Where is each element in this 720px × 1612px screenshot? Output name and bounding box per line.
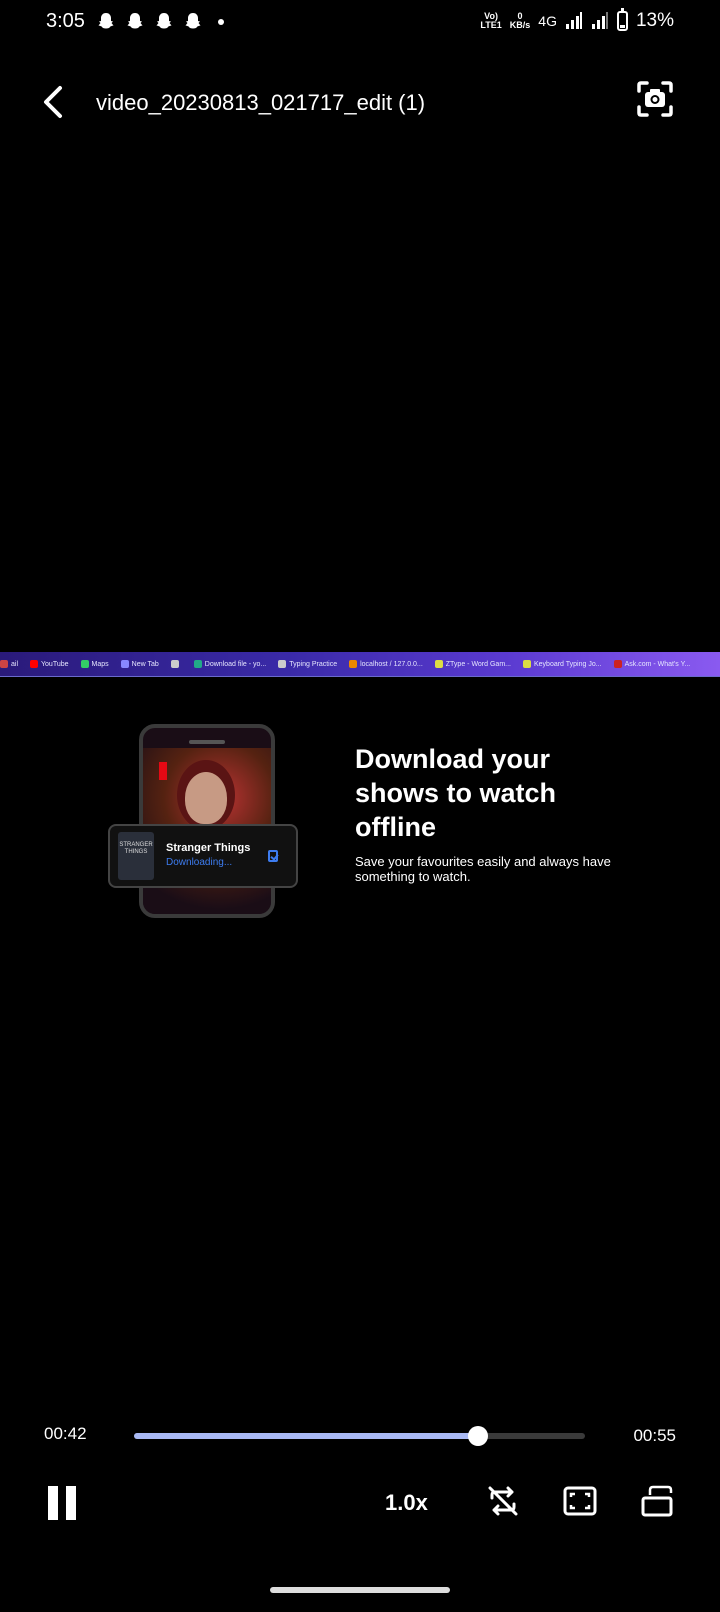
phone-mockup xyxy=(139,724,275,918)
bookmark-item: Maps xyxy=(80,660,109,668)
snapchat-icon xyxy=(156,13,172,29)
aspect-ratio-button[interactable] xyxy=(562,1484,598,1518)
bookmark-label: Download file - yo... xyxy=(204,660,267,668)
repeat-off-button[interactable] xyxy=(486,1484,520,1518)
signal-icon xyxy=(565,12,582,29)
playback-controls: 1.0x xyxy=(0,1484,720,1530)
status-time: 3:05 xyxy=(46,10,85,32)
network-type: 4G xyxy=(538,13,557,29)
battery-percent: 13% xyxy=(635,10,674,31)
bookmark-label: Ask.com - What's Y... xyxy=(624,660,691,668)
video-title: video_20230813_021717_edit (1) xyxy=(96,90,426,115)
bookmark-label: New Tab xyxy=(131,660,159,668)
bookmark-label: YouTube xyxy=(41,660,69,668)
promo-headline: Download your shows to watch offline xyxy=(355,744,557,842)
notification-icons xyxy=(96,12,224,32)
bookmark-item: localhost / 127.0.0... xyxy=(349,660,423,668)
bookmark-item: YouTube xyxy=(30,660,69,668)
bookmark-item: ZType - Word Gam... xyxy=(434,660,511,668)
bookmark-favicon-icon xyxy=(522,660,531,668)
bookmark-favicon-icon xyxy=(170,660,179,668)
promo-subtext: Save your favourites easily and always h… xyxy=(355,854,611,884)
bookmark-item: New Tab xyxy=(120,660,159,668)
back-arrow-icon[interactable] xyxy=(38,84,70,120)
bookmark-favicon-icon xyxy=(278,660,287,668)
browser-bookmarks-bar: ail YouTube Maps New Tab Download file - yo.… xyxy=(0,652,720,677)
snapchat-icon xyxy=(185,13,201,29)
download-card: STRANGER THINGS Stranger Things Download… xyxy=(108,824,298,888)
total-time: 00:55 xyxy=(633,1426,676,1445)
battery-icon xyxy=(616,8,628,31)
download-status: Downloading... xyxy=(166,857,233,868)
signal-icon xyxy=(591,12,608,29)
bookmark-favicon-icon xyxy=(434,660,443,668)
video-frame[interactable]: ail YouTube Maps New Tab Download file - yo.… xyxy=(0,652,720,918)
bookmark-label: localhost / 127.0.0... xyxy=(360,660,423,668)
bookmark-favicon-icon xyxy=(120,660,129,668)
bookmark-item: Typing Practice xyxy=(278,660,337,668)
rotate-icon xyxy=(641,1485,673,1517)
fit-screen-icon xyxy=(563,1486,597,1516)
volte-indicator: Vo) LTE1 xyxy=(480,11,502,30)
bookmark-favicon-icon xyxy=(349,660,358,668)
show-title: Stranger Things xyxy=(166,842,251,854)
bookmark-item: ail xyxy=(0,660,18,668)
bookmark-label: ZType - Word Gam... xyxy=(445,660,511,668)
bookmark-item xyxy=(170,660,182,668)
rotate-screen-button[interactable] xyxy=(640,1484,676,1518)
seek-progress xyxy=(134,1433,479,1439)
pause-button[interactable] xyxy=(46,1484,80,1522)
phone-notch xyxy=(189,740,225,744)
bookmark-label: Keyboard Typing Jo... xyxy=(533,660,602,668)
bookmark-item: Download file - yo... xyxy=(193,660,267,668)
bookmark-favicon-icon xyxy=(0,660,8,668)
bookmark-favicon-icon xyxy=(30,660,39,668)
bookmark-label: ail xyxy=(11,660,19,668)
more-notifications-dot xyxy=(218,19,224,25)
screenshot-icon[interactable] xyxy=(636,80,674,118)
bookmark-favicon-icon xyxy=(80,660,89,668)
poster-face xyxy=(185,772,227,824)
bookmark-item: Keyboard Typing Jo... xyxy=(522,660,602,668)
home-indicator[interactable] xyxy=(270,1587,450,1593)
seek-thumb[interactable] xyxy=(468,1426,489,1446)
seek-bar[interactable] xyxy=(134,1426,585,1446)
show-thumbnail: STRANGER THINGS xyxy=(118,832,154,880)
pause-icon xyxy=(66,1486,76,1520)
bookmark-label: Typing Practice xyxy=(289,660,338,668)
pause-icon xyxy=(48,1486,58,1520)
snapchat-icon xyxy=(127,13,143,29)
current-time: 00:42 xyxy=(44,1424,87,1443)
download-check-icon xyxy=(268,850,278,862)
status-bar: 3:05 Vo) LTE1 0 KB/s 4G 13% xyxy=(0,0,720,48)
player-header: video_20230813_021717_edit (1) xyxy=(0,76,720,136)
status-right: Vo) LTE1 0 KB/s 4G 13% xyxy=(480,8,674,32)
snapchat-icon xyxy=(98,13,114,29)
playback-speed-button[interactable]: 1.0x xyxy=(385,1490,428,1516)
bookmark-favicon-icon xyxy=(193,660,202,668)
bookmark-favicon-icon xyxy=(613,660,622,668)
network-speed: 0 KB/s xyxy=(509,11,531,30)
bookmark-label: Maps xyxy=(91,660,109,668)
repeat-off-icon xyxy=(488,1486,518,1516)
bookmark-item: Ask.com - What's Y... xyxy=(613,660,691,668)
netflix-logo xyxy=(159,762,167,780)
